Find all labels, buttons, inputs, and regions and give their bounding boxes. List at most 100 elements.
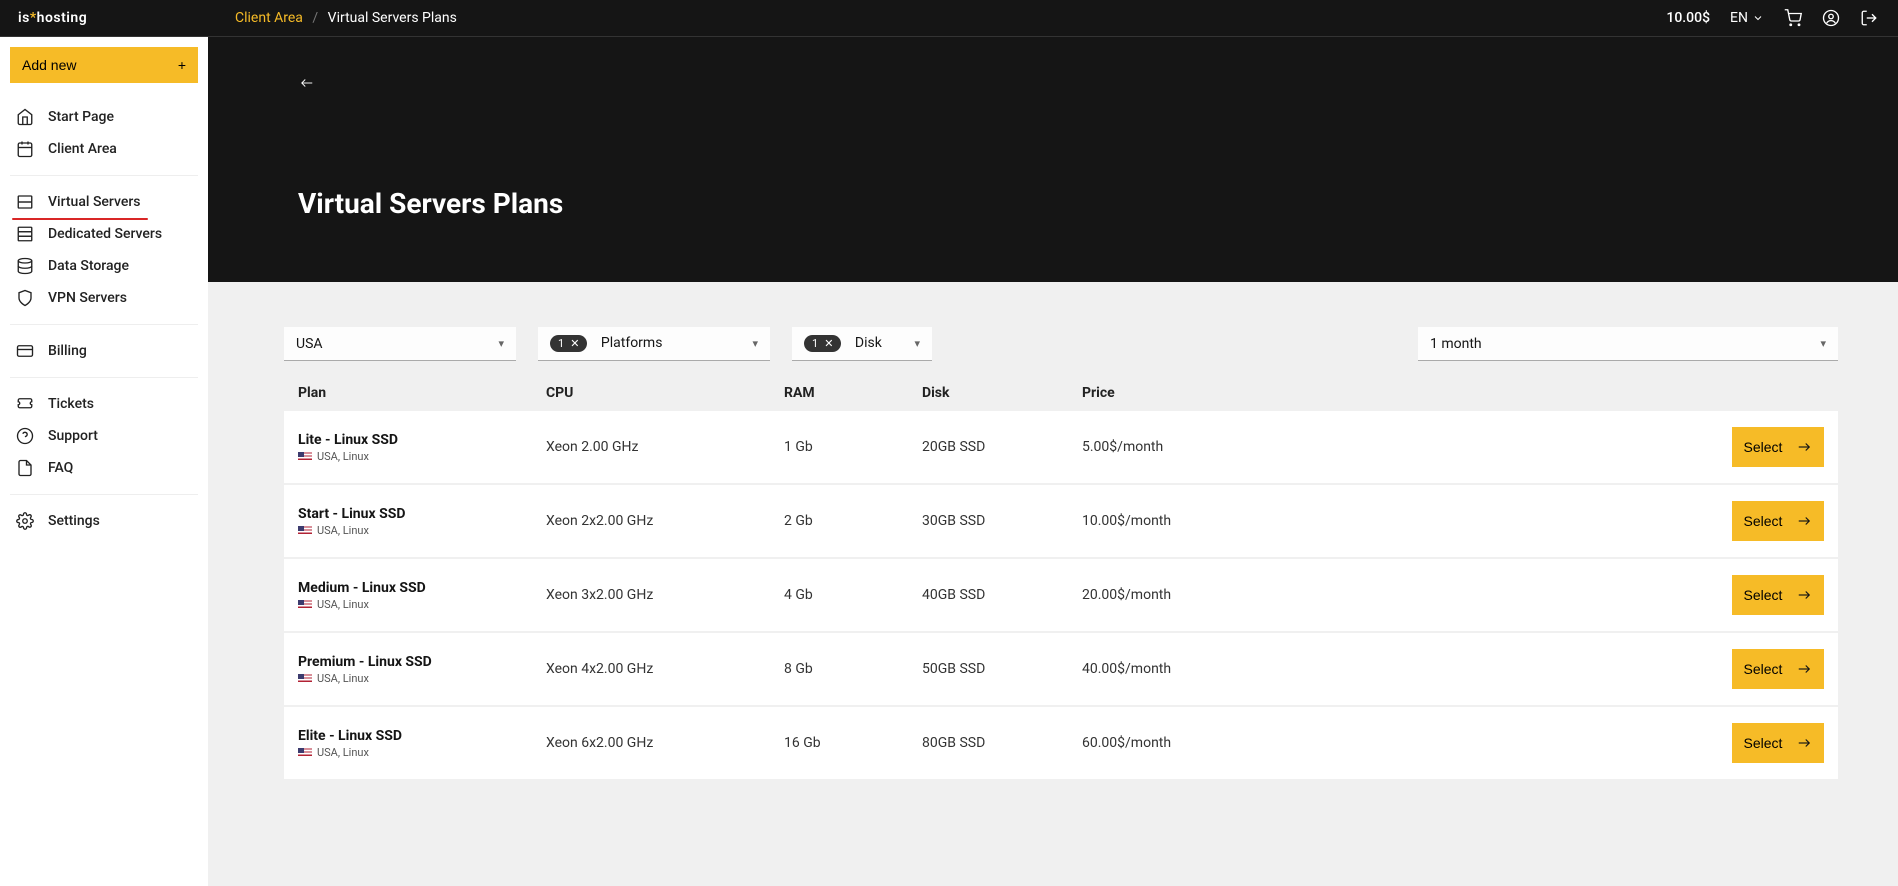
breadcrumb: Client Area / Virtual Servers Plans <box>235 10 457 26</box>
flag-us-icon <box>298 526 312 535</box>
calendar-icon <box>16 140 34 158</box>
filter-billing-value: 1 month <box>1430 336 1482 352</box>
cell-cpu: Xeon 2.00 GHz <box>546 439 784 455</box>
select-plan-button[interactable]: Select <box>1732 723 1824 763</box>
cart-button[interactable] <box>1784 9 1802 27</box>
filter-country[interactable]: USA ▾ <box>284 327 516 361</box>
brand-post: hosting <box>37 10 88 26</box>
nav-separator <box>10 377 198 378</box>
sidebar-item-dedicated-servers[interactable]: Dedicated Servers <box>10 218 198 250</box>
sidebar-item-label: FAQ <box>48 460 73 476</box>
brand-pre: is <box>18 10 30 26</box>
topbar-right: 10.00$ EN <box>1666 9 1898 27</box>
flag-us-icon <box>298 748 312 757</box>
sidebar-item-billing[interactable]: Billing <box>10 335 198 367</box>
back-button[interactable] <box>298 74 316 95</box>
sidebar-item-support[interactable]: Support <box>10 420 198 452</box>
add-new-button[interactable]: Add new + <box>10 47 198 83</box>
sidebar-item-client-area[interactable]: Client Area <box>10 133 198 165</box>
cell-price: 5.00$/month <box>1082 439 1382 455</box>
plan-name: Medium - Linux SSD <box>298 580 546 596</box>
select-plan-button[interactable]: Select <box>1732 575 1824 615</box>
sidebar-item-settings[interactable]: Settings <box>10 505 198 537</box>
content-area: USA ▾ 1 ✕ Platforms ▾ <box>284 282 1838 801</box>
cell-price: 40.00$/month <box>1082 661 1382 677</box>
storage-icon <box>16 257 34 275</box>
select-plan-button[interactable]: Select <box>1732 649 1824 689</box>
language-label: EN <box>1730 10 1748 26</box>
main-content: Virtual Servers Plans USA ▾ 1 ✕ Platform… <box>208 37 1898 886</box>
select-plan-button[interactable]: Select <box>1732 501 1824 541</box>
sidebar-item-tickets[interactable]: Tickets <box>10 388 198 420</box>
select-label: Select <box>1744 661 1783 677</box>
table-row: Premium - Linux SSD USA, Linux Xeon 4x2.… <box>284 633 1838 705</box>
cell-disk: 40GB SSD <box>922 587 1082 603</box>
select-label: Select <box>1744 735 1783 751</box>
nav-separator <box>10 324 198 325</box>
filter-bar: USA ▾ 1 ✕ Platforms ▾ <box>284 327 1838 361</box>
breadcrumb-root[interactable]: Client Area <box>235 10 303 26</box>
sidebar: Add new + Start Page Client Area Virtual… <box>0 37 208 886</box>
credit-card-icon <box>16 342 34 360</box>
filter-platforms-label: Platforms <box>601 335 663 351</box>
select-plan-button[interactable]: Select <box>1732 427 1824 467</box>
filter-disk-label: Disk <box>855 335 882 351</box>
filter-chip[interactable]: 1 ✕ <box>550 335 587 352</box>
brand-star: * <box>30 10 37 26</box>
filter-country-value: USA <box>296 336 323 352</box>
flag-us-icon <box>298 452 312 461</box>
nav-separator <box>10 175 198 176</box>
filter-platforms[interactable]: 1 ✕ Platforms ▾ <box>538 327 770 361</box>
plans-table: Plan CPU RAM Disk Price Lite - Linux SSD… <box>284 375 1838 779</box>
chip-clear-icon[interactable]: ✕ <box>824 337 833 350</box>
shield-icon <box>16 289 34 307</box>
filter-billing-period[interactable]: 1 month ▾ <box>1418 327 1838 361</box>
sidebar-item-label: Data Storage <box>48 258 129 274</box>
chip-count: 1 <box>812 337 818 350</box>
filter-chip[interactable]: 1 ✕ <box>804 335 841 352</box>
plan-name: Start - Linux SSD <box>298 506 546 522</box>
table-row: Lite - Linux SSD USA, Linux Xeon 2.00 GH… <box>284 411 1838 483</box>
cell-price: 10.00$/month <box>1082 513 1382 529</box>
cell-disk: 20GB SSD <box>922 439 1082 455</box>
sidebar-item-label: Tickets <box>48 396 94 412</box>
arrow-right-icon <box>1796 736 1812 750</box>
sidebar-item-faq[interactable]: FAQ <box>10 452 198 484</box>
account-button[interactable] <box>1822 9 1840 27</box>
logout-button[interactable] <box>1860 9 1878 27</box>
col-price: Price <box>1082 385 1382 401</box>
cell-ram: 16 Gb <box>784 735 922 751</box>
chip-count: 1 <box>558 337 564 350</box>
account-balance[interactable]: 10.00$ <box>1666 10 1710 26</box>
chevron-down-icon: ▾ <box>1820 337 1826 350</box>
plan-name: Elite - Linux SSD <box>298 728 546 744</box>
sidebar-item-label: Start Page <box>48 109 114 125</box>
sidebar-item-data-storage[interactable]: Data Storage <box>10 250 198 282</box>
cell-cpu: Xeon 3x2.00 GHz <box>546 587 784 603</box>
nav-separator <box>10 494 198 495</box>
filter-disk[interactable]: 1 ✕ Disk ▾ <box>792 327 932 361</box>
breadcrumb-sep: / <box>312 10 318 26</box>
chip-clear-icon[interactable]: ✕ <box>570 337 579 350</box>
language-selector[interactable]: EN <box>1730 10 1764 26</box>
sidebar-item-vpn-servers[interactable]: VPN Servers <box>10 282 198 314</box>
brand-logo[interactable]: is*hosting <box>0 10 208 26</box>
cell-disk: 30GB SSD <box>922 513 1082 529</box>
arrow-right-icon <box>1796 440 1812 454</box>
sidebar-item-label: Support <box>48 428 98 444</box>
sidebar-item-label: Dedicated Servers <box>48 226 162 242</box>
user-circle-icon <box>1822 9 1840 27</box>
sidebar-item-virtual-servers[interactable]: Virtual Servers <box>10 186 198 218</box>
arrow-right-icon <box>1796 588 1812 602</box>
ticket-icon <box>16 395 34 413</box>
add-new-label: Add new <box>22 57 76 73</box>
sidebar-item-start-page[interactable]: Start Page <box>10 101 198 133</box>
plan-sub: USA, Linux <box>298 524 546 537</box>
table-row: Elite - Linux SSD USA, Linux Xeon 6x2.00… <box>284 707 1838 779</box>
cell-ram: 4 Gb <box>784 587 922 603</box>
plan-name: Lite - Linux SSD <box>298 432 546 448</box>
cell-price: 20.00$/month <box>1082 587 1382 603</box>
server-icon <box>16 193 34 211</box>
plan-sub: USA, Linux <box>298 746 546 759</box>
cell-ram: 1 Gb <box>784 439 922 455</box>
